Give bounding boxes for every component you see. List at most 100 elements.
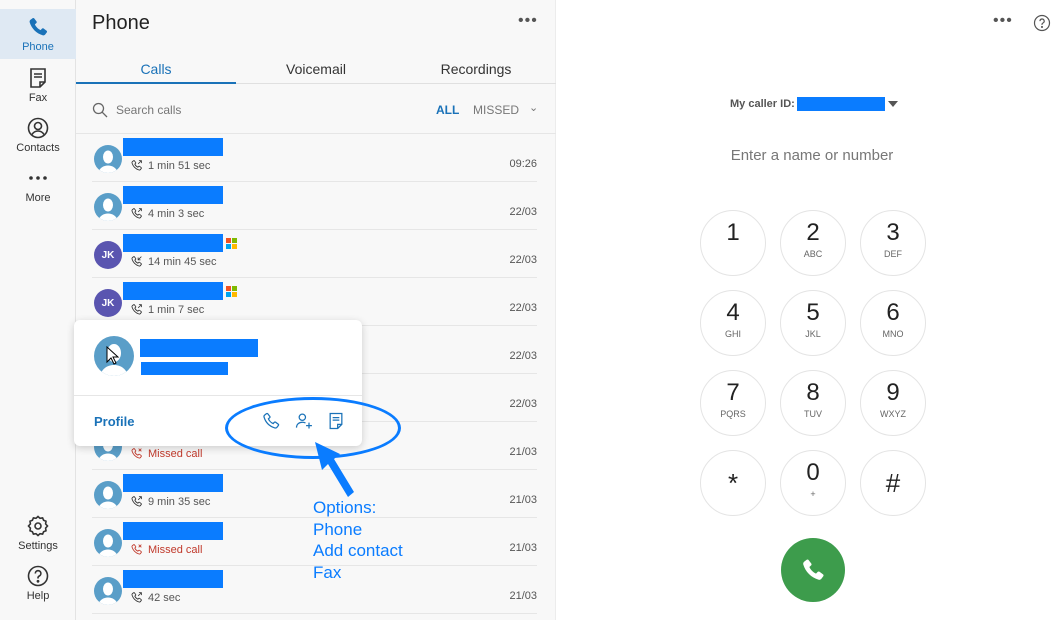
key-letters: JKL	[805, 329, 821, 339]
key-digit: *	[727, 468, 739, 498]
key-digit: 0	[806, 459, 820, 486]
call-time: 22/03	[509, 302, 537, 314]
sidebar-item-help[interactable]: Help	[0, 558, 76, 608]
redacted-number	[141, 362, 228, 375]
dialer-more-button[interactable]: •••	[993, 12, 1013, 30]
call-time: 21/03	[509, 542, 537, 554]
call-duration: Missed call	[148, 543, 203, 556]
redacted-name	[123, 474, 223, 492]
incoming-call-icon	[131, 256, 142, 267]
keypad-key[interactable]: 8 TUV	[780, 370, 846, 436]
call-meta: 1 min 7 sec	[130, 303, 204, 316]
redacted-caller-id	[796, 97, 885, 111]
sidebar-item-label: Phone	[22, 41, 54, 53]
avatar-initials: JK	[101, 297, 115, 309]
key-digit: 5	[806, 299, 820, 326]
keypad-key[interactable]: #	[860, 450, 926, 516]
microsoft-icon	[226, 286, 238, 298]
annotation-line: Add contact	[313, 541, 403, 560]
key-digit: 7	[726, 379, 740, 406]
redacted-name	[123, 522, 223, 540]
call-duration: 42 sec	[148, 591, 181, 604]
outgoing-call-icon	[131, 496, 142, 507]
caller-id-label: My caller ID:	[730, 98, 795, 110]
divider	[74, 395, 362, 396]
phone-icon	[803, 559, 824, 580]
missed-call-icon	[131, 544, 142, 555]
redacted-name	[123, 570, 223, 588]
key-letters: PQRS	[720, 409, 746, 419]
call-meta: 14 min 45 sec	[130, 255, 216, 268]
sidebar-item-more[interactable]: More	[0, 160, 76, 210]
person-icon	[98, 582, 118, 605]
call-time: 22/03	[509, 254, 537, 266]
key-letters: MNO	[882, 329, 904, 339]
key-digit: 9	[886, 379, 900, 406]
call-list-item[interactable]: 4 min 3 sec 22/03	[92, 182, 537, 230]
key-digit: #	[885, 468, 901, 498]
call-list-item[interactable]: JK 14 min 45 sec 22/03	[92, 230, 537, 278]
call-list-item[interactable]: JK 1 min 7 sec 22/03	[92, 278, 537, 326]
avatar-initials: JK	[101, 249, 115, 261]
panel-more-button[interactable]: •••	[518, 12, 538, 30]
person-icon	[98, 486, 118, 509]
call-time: 21/03	[509, 590, 537, 602]
keypad-key[interactable]: 3 DEF	[860, 210, 926, 276]
tab-voicemail[interactable]: Voicemail	[236, 56, 396, 83]
caller-id-selector[interactable]: My caller ID:	[730, 97, 898, 111]
call-duration: Missed call	[148, 447, 203, 460]
key-digit: 8	[806, 379, 820, 406]
keypad-key[interactable]: 5 JKL	[780, 290, 846, 356]
mouse-cursor-icon	[106, 346, 120, 365]
call-time: 22/03	[509, 206, 537, 218]
outgoing-call-icon	[131, 592, 142, 603]
annotation-text: Options: Phone Add contact Fax	[313, 497, 403, 583]
page-title: Phone	[92, 12, 150, 34]
call-list-item[interactable]: 1 min 51 sec 09:26	[92, 134, 537, 182]
chevron-down-icon[interactable]: ⌄	[529, 101, 538, 114]
tab-bar: Calls Voicemail Recordings	[76, 56, 556, 84]
sidebar-item-label: More	[25, 192, 51, 204]
sidebar-item-fax[interactable]: Fax	[0, 60, 76, 110]
annotation-arrow-icon	[315, 442, 354, 497]
sidebar-item-contacts[interactable]: Contacts	[0, 110, 76, 160]
outgoing-call-icon	[131, 208, 142, 219]
keypad-key[interactable]: 7 PQRS	[700, 370, 766, 436]
tab-recordings[interactable]: Recordings	[396, 56, 556, 83]
call-button[interactable]	[781, 538, 845, 602]
avatar: JK	[94, 289, 122, 317]
keypad-key[interactable]: 1	[700, 210, 766, 276]
tab-calls[interactable]: Calls	[76, 56, 236, 84]
call-time: 09:26	[509, 158, 537, 170]
help-icon[interactable]	[1033, 14, 1051, 32]
call-time: 21/03	[509, 494, 537, 506]
key-digit: 4	[726, 299, 740, 326]
dialer-panel: ••• My caller ID: 1 2 ABC 3 DEF 4 GHI 5 JKL 6 MNO 7…	[557, 0, 1062, 620]
keypad-key[interactable]: 9 WXYZ	[860, 370, 926, 436]
key-letters: DEF	[884, 249, 902, 259]
keypad-key[interactable]: 2 ABC	[780, 210, 846, 276]
sidebar-item-settings[interactable]: Settings	[0, 508, 76, 558]
keypad-key[interactable]: 6 MNO	[860, 290, 926, 356]
avatar	[94, 145, 122, 173]
call-meta: Missed call	[130, 543, 202, 556]
key-letters: +	[810, 489, 816, 499]
search-input[interactable]	[116, 99, 316, 121]
key-letters: WXYZ	[880, 409, 906, 419]
filter-all[interactable]: ALL	[436, 103, 459, 117]
key-digit: 6	[886, 299, 900, 326]
profile-link[interactable]: Profile	[94, 414, 134, 429]
sidebar-item-label: Help	[26, 590, 50, 602]
avatar	[94, 529, 122, 557]
filter-missed[interactable]: MISSED	[473, 103, 519, 117]
annotation-line: Fax	[313, 562, 342, 582]
key-digit: 2	[806, 219, 820, 246]
number-input[interactable]	[697, 143, 927, 167]
annotation-line: Phone	[313, 519, 363, 539]
key-letters: ABC	[803, 249, 823, 259]
redacted-name	[123, 282, 223, 300]
keypad-key[interactable]: 4 GHI	[700, 290, 766, 356]
keypad-key[interactable]: *	[700, 450, 766, 516]
sidebar-item-phone[interactable]: Phone	[0, 9, 76, 59]
keypad-key[interactable]: 0 +	[780, 450, 846, 516]
